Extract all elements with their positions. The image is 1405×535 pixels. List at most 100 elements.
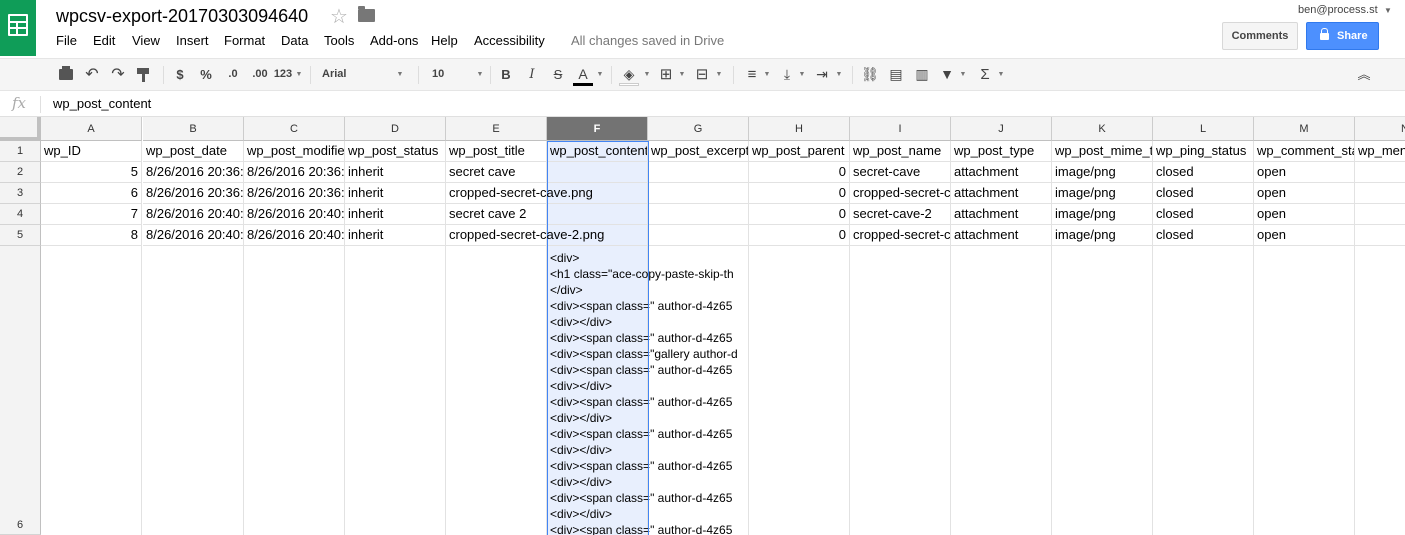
menu-accessibility[interactable]: Accessibility <box>474 33 564 49</box>
data-cell-k3[interactable]: image/png <box>1052 183 1153 204</box>
data-cell-d2[interactable]: inherit <box>345 162 446 183</box>
data-cell-i5[interactable]: cropped-secret-c <box>850 225 951 246</box>
document-title[interactable]: wpcsv-export-20170303094640 <box>56 6 308 27</box>
data-cell-e2[interactable]: secret cave <box>446 162 547 183</box>
data-cell-n5[interactable] <box>1355 225 1405 246</box>
row6-cell-j[interactable] <box>951 246 1052 535</box>
percent-format-button[interactable]: % <box>196 59 216 90</box>
data-cell-b5[interactable]: 8/26/2016 20:40: <box>143 225 244 246</box>
borders-icon[interactable]: ⊞ <box>657 59 675 90</box>
text-wrapping-chevron-down-icon[interactable]: ▼ <box>834 59 844 90</box>
data-cell-b2[interactable]: 8/26/2016 20:36: <box>143 162 244 183</box>
data-cell-i2[interactable]: secret-cave <box>850 162 951 183</box>
data-cell-c3[interactable]: 8/26/2016 20:36: <box>244 183 345 204</box>
sheets-logo-icon[interactable] <box>0 0 36 56</box>
data-cell-j5[interactable]: attachment <box>951 225 1052 246</box>
more-formats-button[interactable]: 123 <box>272 59 294 90</box>
collapse-chevron-up-icon[interactable]: ︽ <box>1354 59 1374 90</box>
print-icon[interactable] <box>59 66 73 80</box>
row6-cell-d[interactable] <box>345 246 446 535</box>
header-cell-n[interactable]: wp_menu <box>1355 141 1405 162</box>
column-header-g[interactable]: G <box>648 117 749 141</box>
comments-button[interactable]: Comments <box>1222 22 1298 50</box>
row-header-1[interactable]: 1 <box>0 141 41 162</box>
bold-button[interactable]: B <box>498 59 514 90</box>
row-header-2[interactable]: 2 <box>0 162 41 183</box>
header-cell-l[interactable]: wp_ping_status <box>1153 141 1254 162</box>
more-formats-chevron-down-icon[interactable]: ▼ <box>294 59 304 90</box>
vertical-align-icon[interactable]: ⤓ <box>778 59 796 90</box>
header-cell-b[interactable]: wp_post_date <box>143 141 244 162</box>
header-cell-m[interactable]: wp_comment_status <box>1254 141 1355 162</box>
menu-edit[interactable]: Edit <box>93 33 132 49</box>
filter-chevron-down-icon[interactable]: ▼ <box>958 59 968 90</box>
column-header-b[interactable]: B <box>143 117 244 141</box>
menu-data[interactable]: Data <box>281 33 324 49</box>
account-chevron-down-icon[interactable]: ▼ <box>1384 6 1392 15</box>
data-cell-l3[interactable]: closed <box>1153 183 1254 204</box>
row-header-5[interactable]: 5 <box>0 225 41 246</box>
row6-cell-h[interactable] <box>749 246 850 535</box>
italic-button[interactable]: I <box>524 59 540 90</box>
text-wrapping-icon[interactable]: ⇥ <box>812 59 832 90</box>
data-cell-e4[interactable]: secret cave 2 <box>446 204 547 225</box>
data-cell-a3[interactable]: 6 <box>41 183 142 204</box>
data-cell-h4[interactable]: 0 <box>749 204 850 225</box>
filter-icon[interactable]: ▼ <box>938 59 956 90</box>
currency-format-button[interactable]: $ <box>172 59 188 90</box>
row-header-4[interactable]: 4 <box>0 204 41 225</box>
user-account[interactable]: ben@process.st <box>1298 4 1378 16</box>
data-cell-m2[interactable]: open <box>1254 162 1355 183</box>
data-cell-n3[interactable] <box>1355 183 1405 204</box>
menu-insert[interactable]: Insert <box>176 33 224 49</box>
header-cell-g[interactable]: wp_post_excerpt <box>648 141 749 162</box>
font-size-select[interactable]: 10 <box>432 59 452 90</box>
header-cell-a[interactable]: wp_ID <box>41 141 142 162</box>
data-cell-b4[interactable]: 8/26/2016 20:40: <box>143 204 244 225</box>
redo-icon[interactable]: ↷ <box>109 59 127 90</box>
header-cell-d[interactable]: wp_post_status <box>345 141 446 162</box>
data-cell-a5[interactable]: 8 <box>41 225 142 246</box>
post-content-cell-f6[interactable]: <div> <h1 class="ace-copy-paste-skip-th </… <box>550 250 748 535</box>
column-header-a[interactable]: A <box>41 117 142 141</box>
column-header-l[interactable]: L <box>1153 117 1254 141</box>
header-cell-k[interactable]: wp_post_mime_type <box>1052 141 1153 162</box>
font-family-select[interactable]: Arial <box>322 59 362 90</box>
column-header-j[interactable]: J <box>951 117 1052 141</box>
header-cell-j[interactable]: wp_post_type <box>951 141 1052 162</box>
column-header-k[interactable]: K <box>1052 117 1153 141</box>
vertical-align-chevron-down-icon[interactable]: ▼ <box>797 59 807 90</box>
data-cell-h2[interactable]: 0 <box>749 162 850 183</box>
column-header-n[interactable]: N <box>1355 117 1405 141</box>
row6-cell-b[interactable] <box>143 246 244 535</box>
data-cell-d3[interactable]: inherit <box>345 183 446 204</box>
data-cell-d4[interactable]: inherit <box>345 204 446 225</box>
column-header-m[interactable]: M <box>1254 117 1355 141</box>
insert-link-icon[interactable]: ⛓ <box>860 59 880 90</box>
menu-format[interactable]: Format <box>224 33 281 49</box>
horizontal-align-icon[interactable]: ≡ <box>743 59 761 90</box>
data-cell-d5[interactable]: inherit <box>345 225 446 246</box>
font-family-chevron-down-icon[interactable]: ▼ <box>395 59 405 90</box>
data-cell-c4[interactable]: 8/26/2016 20:40: <box>244 204 345 225</box>
star-icon[interactable]: ☆ <box>330 4 348 29</box>
data-cell-l4[interactable]: closed <box>1153 204 1254 225</box>
strikethrough-button[interactable]: S <box>550 59 566 90</box>
row-header-6[interactable]: 6 <box>0 246 41 535</box>
fill-color-chevron-down-icon[interactable]: ▼ <box>642 59 652 90</box>
share-button[interactable]: Share <box>1306 22 1379 50</box>
menu-view[interactable]: View <box>132 33 176 49</box>
data-cell-a4[interactable]: 7 <box>41 204 142 225</box>
row6-cell-c[interactable] <box>244 246 345 535</box>
data-cell-g4[interactable] <box>648 204 749 225</box>
menu-add-ons[interactable]: Add-ons <box>370 33 431 49</box>
data-cell-e5[interactable]: cropped-secret-cave-2.png <box>446 225 604 246</box>
header-cell-c[interactable]: wp_post_modified <box>244 141 345 162</box>
data-cell-f2[interactable] <box>547 162 648 183</box>
column-header-i[interactable]: I <box>850 117 951 141</box>
menu-file[interactable]: File <box>56 33 93 49</box>
data-cell-j2[interactable]: attachment <box>951 162 1052 183</box>
insert-chart-icon[interactable]: ▥ <box>912 59 932 90</box>
header-cell-i[interactable]: wp_post_name <box>850 141 951 162</box>
data-cell-k2[interactable]: image/png <box>1052 162 1153 183</box>
